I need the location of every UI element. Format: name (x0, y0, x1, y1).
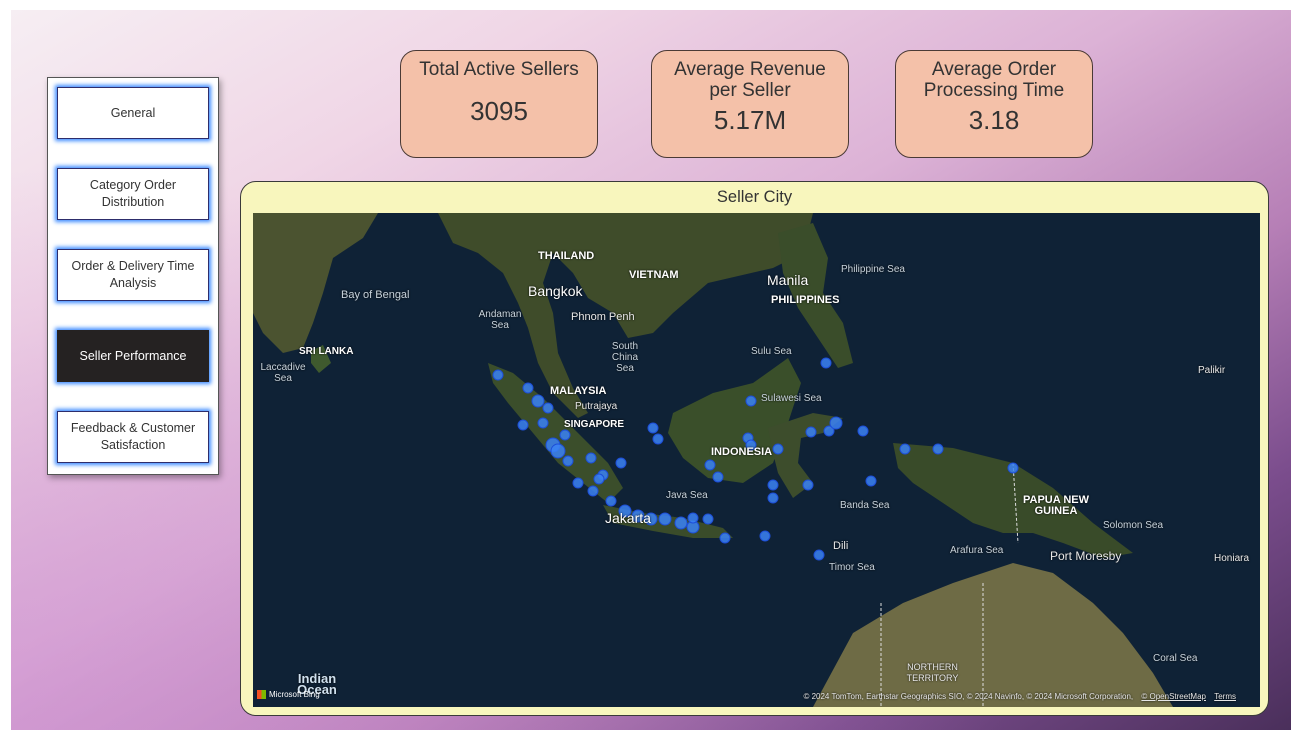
report-canvas: General Category Order Distribution Orde… (11, 10, 1291, 730)
kpi-card-average-order-processing-time: Average Order Processing Time 3.18 (895, 50, 1093, 158)
map-label-port-moresby: Port Moresby (1050, 549, 1122, 563)
map-label-banda-sea: Banda Sea (840, 500, 890, 511)
kpi-title: Average Order Processing Time (923, 59, 1065, 101)
kpi-value: 3095 (470, 96, 528, 126)
map-label-bangkok: Bangkok (528, 283, 583, 299)
map-label-sulawesi-sea: Sulawesi Sea (761, 393, 822, 404)
kpi-title: Average Revenue per Seller (674, 59, 826, 101)
map-title: Seller City (716, 188, 793, 206)
map-label-dili: Dili (833, 540, 849, 552)
map-label-andaman-sea: Andaman Sea (478, 309, 522, 331)
map-label-manila: Manila (767, 272, 809, 288)
map-label-south-china-sea: South China Sea (611, 341, 639, 374)
map-label-jakarta: Jakarta (605, 510, 651, 526)
map-label-palikir: Palikir (1198, 365, 1226, 376)
kpi-card-total-active-sellers: Total Active Sellers 3095 (400, 50, 598, 158)
map-label-phnom-penh: Phnom Penh (571, 311, 635, 323)
map-label-putrajaya: Putrajaya (575, 401, 618, 412)
map-label-philippine-sea: Philippine Sea (841, 264, 905, 275)
navigation-panel: General Category Order Distribution Orde… (47, 77, 219, 475)
nav-button-seller-performance[interactable]: Seller Performance (57, 330, 209, 382)
map-label-sulu-sea: Sulu Sea (751, 346, 792, 357)
map-label-arafura-sea: Arafura Sea (950, 545, 1004, 556)
map-label-malaysia: MALAYSIA (550, 385, 607, 397)
nav-button-order-delivery-time-analysis[interactable]: Order & Delivery Time Analysis (57, 249, 209, 301)
openstreetmap-link[interactable]: © OpenStreetMap (1141, 692, 1206, 701)
seller-city-map-card: Seller City THAILAND Bangkok VIETNAM Phn… (240, 181, 1269, 716)
map-label-java-sea: Java Sea (666, 490, 708, 501)
map-label-papua-new-guinea: PAPUA NEW GUINEA (1023, 494, 1089, 517)
map-base-layer (253, 213, 1260, 707)
map-label-singapore: SINGAPORE (564, 419, 625, 430)
map-label-laccadive-sea: Laccadive Sea (260, 362, 306, 384)
map-label-timor-sea: Timor Sea (829, 562, 875, 573)
terms-link[interactable]: Terms (1214, 692, 1236, 701)
map-label-honiara: Honiara (1214, 553, 1250, 564)
map-label-bay-of-bengal: Bay of Bengal (341, 289, 410, 301)
map-label-philippines: PHILIPPINES (771, 294, 840, 306)
map-label-sri-lanka: SRI LANKA (299, 346, 354, 357)
nav-button-feedback-customer-satisfaction[interactable]: Feedback & Customer Satisfaction (57, 411, 209, 463)
microsoft-bing-logo: Microsoft Bing (257, 690, 320, 699)
kpi-card-average-revenue-per-seller: Average Revenue per Seller 5.17M (651, 50, 849, 158)
nav-button-category-order-distribution[interactable]: Category Order Distribution (57, 168, 209, 220)
map-view[interactable]: THAILAND Bangkok VIETNAM Phnom Penh Mani… (253, 213, 1260, 707)
map-attribution: © 2024 TomTom, Earthstar Geographics SIO… (803, 692, 1236, 701)
map-label-coral-sea: Coral Sea (1153, 653, 1198, 664)
kpi-value: 3.18 (968, 105, 1020, 135)
map-label-northern-territory: NORTHERN TERRITORY (906, 662, 959, 683)
kpi-value: 5.17M (713, 105, 787, 135)
map-label-thailand: THAILAND (538, 250, 595, 262)
map-label-vietnam: VIETNAM (629, 269, 679, 281)
nav-button-general[interactable]: General (57, 87, 209, 139)
kpi-title: Total Active Sellers (419, 59, 579, 80)
map-label-indonesia: INDONESIA (711, 446, 773, 458)
map-label-solomon-sea: Solomon Sea (1103, 520, 1164, 531)
microsoft-logo-icon (257, 690, 266, 699)
